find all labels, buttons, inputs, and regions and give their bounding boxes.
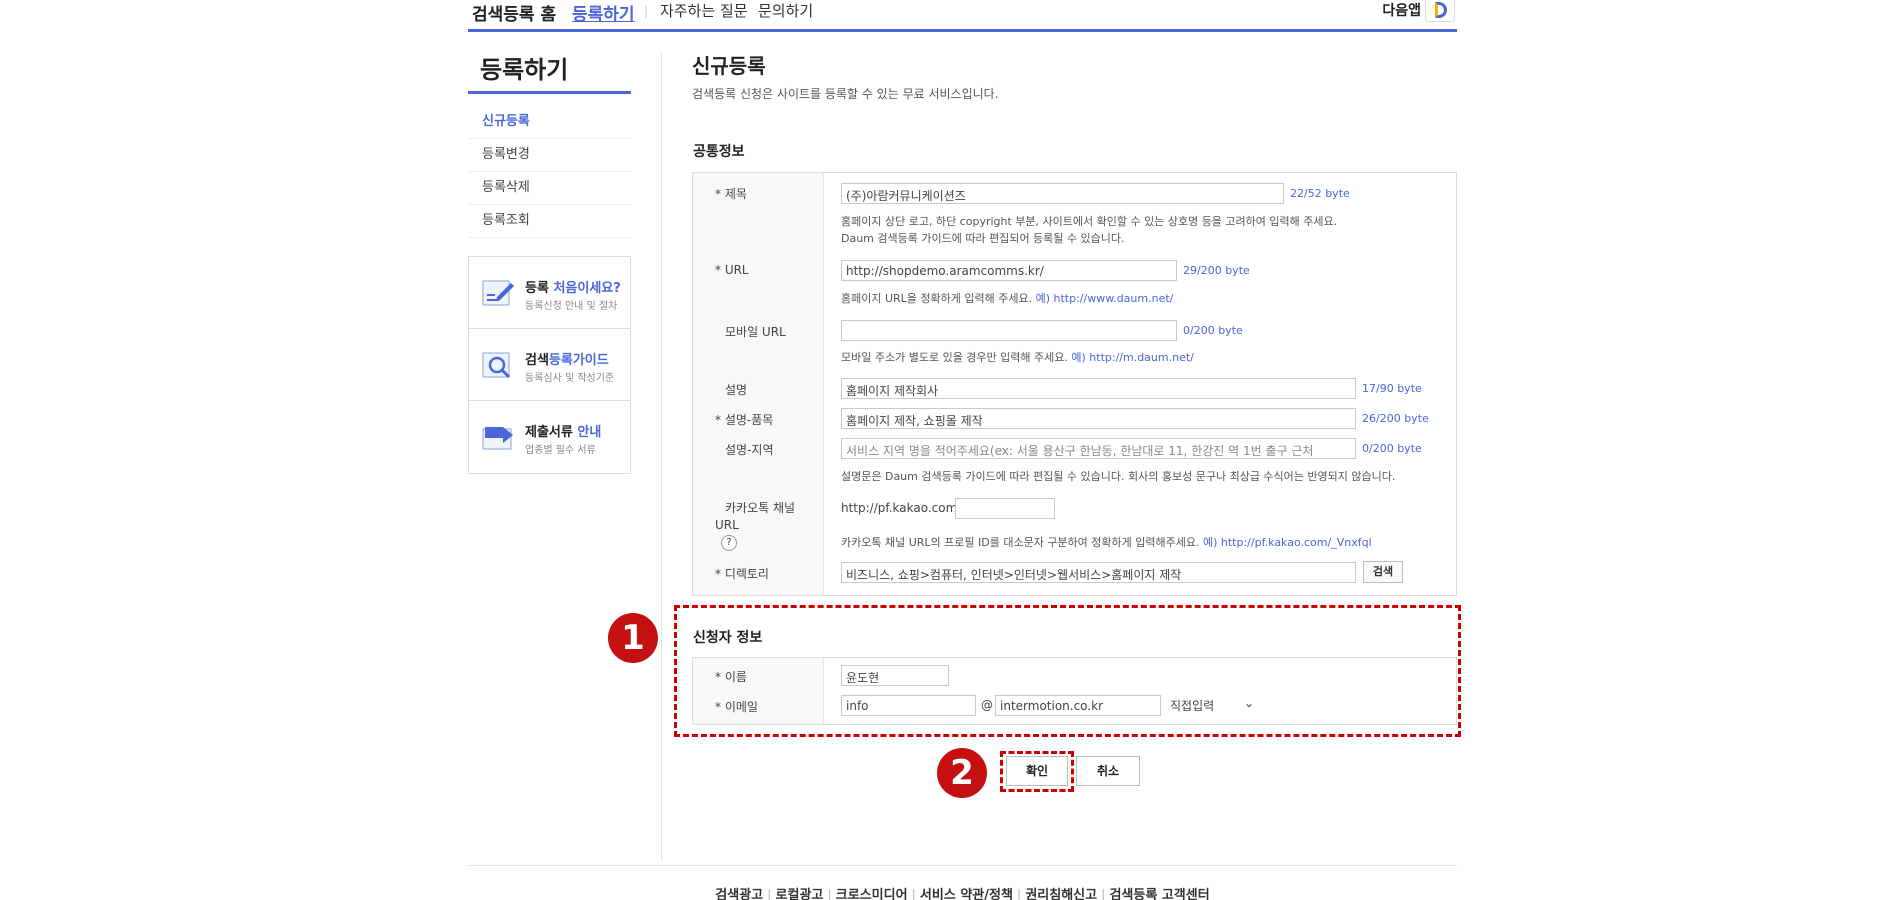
description-region-input[interactable]: 서비스 지역 명을 적어주세요(ex: 서울 용산구 한남동, 한남대로 11,… — [841, 438, 1356, 459]
page-title: 신규등록 — [692, 54, 766, 78]
applicant-label-column — [693, 658, 824, 724]
confirm-button[interactable]: 확인 — [1006, 756, 1068, 786]
email-label: * 이메일 — [715, 700, 758, 714]
footer-link-crossmedia[interactable]: 크로스미디어 — [836, 888, 908, 900]
nav-faq-link[interactable]: 자주하는 질문 — [660, 0, 748, 21]
footer-link-terms[interactable]: 서비스 약관/정책 — [920, 888, 1013, 900]
nav-register-link[interactable]: 등록하기 — [572, 0, 635, 25]
description-label: 설명 — [725, 383, 748, 397]
nav-ask-link[interactable]: 문의하기 — [758, 0, 813, 21]
nav-separator: | — [644, 4, 649, 18]
description-region-label: 설명-지역 — [725, 443, 774, 457]
footer-link-local-ad[interactable]: 로컬광고 — [776, 888, 824, 900]
email-id-input[interactable]: info — [841, 695, 976, 716]
page-description: 검색등록 신청은 사이트를 등록할 수 있는 무료 서비스입니다. — [692, 87, 999, 101]
directory-label: * 디렉토리 — [715, 567, 769, 581]
guide-documents[interactable]: 제출서류 안내 업종별 필수 서류 — [469, 401, 630, 473]
footer-divider — [468, 865, 1457, 866]
kakao-hint: 카카오톡 채널 URL의 프로필 ID를 대소문자 구분하여 정확하게 입력해주… — [841, 536, 1372, 549]
description-region-byte-count: 0/200 byte — [1362, 442, 1422, 455]
pencil-doc-icon — [482, 280, 514, 306]
title-input[interactable]: (주)아람커뮤니케이션즈 — [841, 183, 1284, 204]
cancel-button[interactable]: 취소 — [1076, 756, 1140, 786]
guide-first-time-title: 등록 처음이세요? — [525, 281, 621, 296]
url-input[interactable]: http://shopdemo.aramcomms.kr/ — [841, 260, 1177, 281]
folder-arrow-icon — [482, 427, 513, 450]
sidebar-item-change[interactable]: 등록변경 — [468, 139, 631, 172]
sidebar-guide-boxes: 등록 처음이세요? 등록신청 안내 및 절차 검색등록가이드 등록심사 및 작성… — [468, 256, 631, 474]
description-hint: 설명문은 Daum 검색등록 가이드에 따라 편집될 수 있습니다. 회사의 홍… — [841, 470, 1396, 483]
description-item-label: * 설명-품목 — [715, 413, 774, 427]
footer-link-support[interactable]: 검색등록 고객센터 — [1109, 888, 1209, 900]
footer-links: 검색광고 | 로컬광고 | 크로스미디어 | 서비스 약관/정책 | 권리침해신고 | 검색등록 고… — [468, 884, 1457, 900]
title-hint-1: 홈페이지 상단 로고, 하단 copyright 부분, 사이트에서 확인할 수… — [841, 215, 1338, 228]
applicant-form: * 이름 윤도현 * 이메일 info @ intermotion.co.kr … — [692, 657, 1457, 725]
kakao-label: 카카오톡 채널 — [725, 501, 796, 515]
guide-register[interactable]: 검색등록가이드 등록심사 및 작성기준 — [469, 329, 630, 401]
guide-register-title: 검색등록가이드 — [525, 353, 609, 368]
name-input[interactable]: 윤도현 — [841, 665, 949, 686]
directory-search-button[interactable]: 검색 — [1363, 561, 1403, 583]
common-section-title: 공통정보 — [693, 144, 745, 160]
sidebar-item-delete[interactable]: 등록삭제 — [468, 172, 631, 205]
url-hint: 홈페이지 URL을 정확하게 입력해 주세요. 예) http://www.da… — [841, 292, 1174, 305]
name-label: * 이름 — [715, 670, 747, 684]
description-byte-count: 17/90 byte — [1362, 382, 1422, 395]
top-nav: 검색등록 홈 등록하기 | 자주하는 질문 문의하기 다음앱 — [468, 0, 1457, 32]
guide-first-time-sub: 등록신청 안내 및 절차 — [525, 301, 618, 312]
url-label: * URL — [715, 263, 749, 277]
description-item-byte-count: 26/200 byte — [1362, 412, 1429, 425]
guide-documents-sub: 업종별 필수 서류 — [525, 445, 596, 456]
email-at-sign: @ — [981, 698, 993, 712]
kakao-channel-input[interactable] — [955, 498, 1055, 519]
common-info-form: * 제목 (주)아람커뮤니케이션즈 22/52 byte 홈페이지 상단 로고,… — [692, 172, 1457, 596]
url-byte-count: 29/200 byte — [1183, 264, 1250, 277]
mobile-url-hint: 모바일 주소가 별도로 있을 경우만 입력해 주세요. 예) http://m.… — [841, 351, 1194, 364]
sidebar-menu: 신규등록 등록변경 등록삭제 등록조회 — [468, 106, 631, 238]
step-badge-1: 1 — [608, 613, 658, 663]
description-item-input[interactable]: 홈페이지 제작, 쇼핑몰 제작 — [841, 408, 1356, 429]
magnifier-doc-icon — [482, 352, 511, 379]
email-domain-select[interactable]: 직접입력 — [1170, 697, 1214, 714]
nav-home-link[interactable]: 검색등록 홈 — [472, 0, 556, 25]
mobile-url-byte-count: 0/200 byte — [1183, 324, 1243, 337]
description-input[interactable]: 홈페이지 제작회사 — [841, 378, 1356, 399]
title-hint-2: Daum 검색등록 가이드에 따라 편집되어 등록될 수 있습니다. — [841, 232, 1125, 245]
guide-first-time[interactable]: 등록 처음이세요? 등록신청 안내 및 절차 — [469, 257, 630, 329]
title-byte-count: 22/52 byte — [1290, 187, 1350, 200]
daum-app-icon[interactable] — [1425, 0, 1455, 22]
sidebar-item-lookup[interactable]: 등록조회 — [468, 205, 631, 238]
footer-link-search-ad[interactable]: 검색광고 — [715, 888, 763, 900]
footer-link-report[interactable]: 권리침해신고 — [1025, 888, 1097, 900]
content-divider — [661, 52, 662, 862]
title-label: * 제목 — [715, 187, 747, 201]
main-content: 신규등록 검색등록 신청은 사이트를 등록할 수 있는 무료 서비스입니다. — [692, 50, 1462, 102]
mobile-url-label: 모바일 URL — [725, 325, 786, 339]
guide-register-sub: 등록심사 및 작성기준 — [525, 373, 615, 384]
kakao-label-url: URL — [715, 518, 739, 532]
sidebar-item-new[interactable]: 신규등록 — [468, 106, 631, 139]
sidebar-title: 등록하기 — [468, 50, 631, 94]
guide-documents-title: 제출서류 안내 — [525, 425, 602, 440]
chevron-down-icon[interactable]: ⌄ — [1244, 696, 1254, 710]
email-domain-input[interactable]: intermotion.co.kr — [995, 695, 1161, 716]
sidebar: 등록하기 신규등록 등록변경 등록삭제 등록조회 등록 처음이세요? 등록신청 … — [468, 50, 631, 474]
label-column — [693, 173, 824, 595]
daum-app-link[interactable]: 다음앱 — [1382, 0, 1421, 20]
mobile-url-input[interactable] — [841, 320, 1177, 341]
directory-input[interactable]: 비즈니스, 쇼핑>컴퓨터, 인터넷>인터넷>웹서비스>홈페이지 제작 — [841, 562, 1356, 583]
step-badge-2: 2 — [937, 748, 987, 798]
applicant-section-title: 신청자 정보 — [693, 630, 763, 646]
kakao-help-icon[interactable]: ? — [721, 535, 737, 551]
kakao-url-prefix: http://pf.kakao.com/ — [841, 501, 962, 515]
